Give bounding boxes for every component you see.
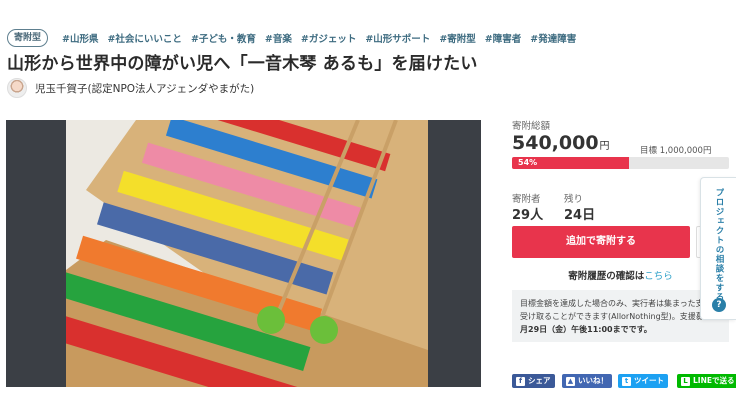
thumbs-up-icon: ▲ [566,376,575,386]
tweet-button[interactable]: t ツイート [618,374,668,388]
total-label: 寄附総額 [512,121,551,132]
tag-item[interactable]: #ガジェット [301,31,356,45]
tag-item[interactable]: #社会にいいこと [107,31,181,45]
all-or-nothing-notice: 目標金額を達成した場合のみ、実行者は集まった支 受け取ることができます(Allo… [512,290,729,342]
type-badge: 寄附型 [7,29,49,47]
page-title: 山形から世界中の障がい児へ「一音木琴 あるも」を届けたい [7,54,478,74]
line-share-button[interactable]: L LINEで送る [677,374,736,388]
like-button[interactable]: ▲ いいね！ [562,374,612,388]
tag-list: #山形県 #社会にいいこと #子ども・教育 #音楽 #ガジェット #山形サポート… [62,31,576,45]
question-icon[interactable]: ? [712,298,726,312]
xylophone-photo [66,120,428,387]
project-page: 寄附型 #山形県 #社会にいいこと #子ども・教育 #音楽 #ガジェット #山形… [0,0,736,413]
consult-tab-label[interactable]: プロジェクトの相談をする [713,188,725,302]
tag-item[interactable]: #山形サポート [365,31,430,45]
facebook-share-button[interactable]: f シェア [512,374,555,388]
donors-label: 寄附者 [512,194,541,205]
line-share-label: LINEで送る [693,376,735,385]
goal-text: 目標 1,000,000円 [640,146,712,156]
history-text: 寄附履歴の確認は [568,271,645,282]
total-amount-value: 540,000 [512,132,599,154]
tag-item[interactable]: #子ども・教育 [191,31,256,45]
notice-line: 受け取ることができます(AllorNothing型)。支援募集 [520,312,712,321]
avatar[interactable] [7,78,27,98]
twitter-icon: t [622,376,631,386]
owner-name[interactable]: 児玉千賀子(認定NPO法人アジェンダやまがた) [35,81,254,96]
notice-deadline: 月29日（金）午後11:00までです。 [520,325,652,334]
tag-item[interactable]: #発達障害 [530,31,576,45]
donors-value: 29人 [512,208,544,223]
tag-item[interactable]: #寄附型 [439,31,475,45]
tag-item[interactable]: #音楽 [265,31,292,45]
consult-tab[interactable]: プロジェクトの相談をする ? [700,177,736,320]
project-image[interactable] [6,120,481,387]
donate-button[interactable]: 追加で寄附する [512,226,690,258]
facebook-share-label: シェア [528,376,551,385]
progress-label: 54% [518,158,538,167]
remaining-value: 24日 [564,208,596,223]
facebook-icon: f [516,376,525,386]
notice-line: 目標金額を達成した場合のみ、実行者は集まった支 [520,299,704,308]
total-amount-unit: 円 [599,141,610,152]
line-icon: L [681,376,690,386]
progress-bar: 54% [512,157,729,169]
like-label: いいね！ [578,376,608,385]
owner-info[interactable]: 児玉千賀子(認定NPO法人アジェンダやまがた) [7,78,254,98]
total-amount: 540,000円 [512,132,610,154]
donation-history: 寄附履歴の確認はこちら [512,268,729,282]
remaining-label: 残り [564,194,584,205]
tweet-label: ツイート [634,376,664,385]
tag-item[interactable]: #山形県 [62,31,98,45]
tag-item[interactable]: #障害者 [485,31,521,45]
notice-line: 月29日（金）午後11:00までです。 [520,323,721,336]
history-link[interactable]: こちら [644,271,673,282]
